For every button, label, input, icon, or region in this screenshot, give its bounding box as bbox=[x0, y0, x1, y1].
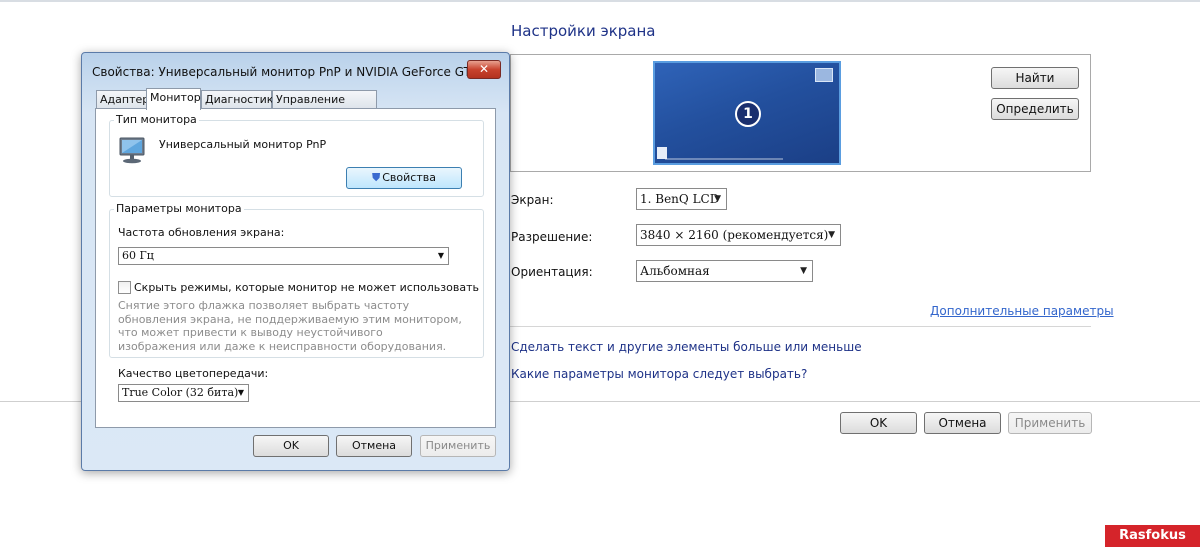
group-title: Тип монитора bbox=[114, 113, 199, 126]
screen-label: Экран: bbox=[511, 193, 554, 207]
text-size-link[interactable]: Сделать текст и другие элементы больше и… bbox=[511, 340, 862, 354]
ok-button[interactable]: OK bbox=[840, 412, 917, 434]
dialog-ok-button[interactable]: OK bbox=[253, 435, 329, 457]
identify-button[interactable]: Определить bbox=[991, 98, 1079, 120]
which-settings-link[interactable]: Какие параметры монитора следует выбрать… bbox=[511, 367, 807, 381]
monitor-arrangement-area: 1 Найти Определить bbox=[510, 54, 1091, 172]
taskbar-preview bbox=[665, 158, 783, 160]
top-border bbox=[0, 0, 1200, 2]
group-title: Параметры монитора bbox=[114, 202, 244, 215]
advanced-settings-link[interactable]: Дополнительные параметры bbox=[930, 304, 1114, 318]
hide-modes-checkbox[interactable] bbox=[118, 281, 131, 294]
tab-adapter[interactable]: Адаптер bbox=[96, 90, 149, 109]
chevron-down-icon: ▼ bbox=[828, 230, 835, 240]
color-quality-value: True Color (32 бита) bbox=[122, 386, 239, 399]
monitor-number-badge: 1 bbox=[735, 101, 761, 127]
tab-color-management[interactable]: Управление цветом bbox=[272, 90, 377, 124]
monitor-settings-group: Параметры монитора Частота обновления эк… bbox=[109, 202, 484, 358]
hide-modes-hint: Снятие этого флажка позволяет выбрать ча… bbox=[118, 299, 462, 353]
divider bbox=[510, 326, 1091, 327]
monitor-thumbnail[interactable]: 1 bbox=[653, 61, 841, 165]
properties-button-label: Свойства bbox=[382, 171, 436, 184]
page-title: Настройки экрана bbox=[511, 22, 656, 40]
chevron-down-icon: ▼ bbox=[437, 251, 444, 260]
tab-monitor[interactable]: Монитор bbox=[146, 88, 201, 110]
window-preview-icon bbox=[815, 68, 833, 82]
monitor-name: Универсальный монитор PnP bbox=[159, 138, 327, 151]
refresh-rate-value: 60 Гц bbox=[122, 249, 154, 262]
refresh-rate-label: Частота обновления экрана: bbox=[118, 226, 285, 239]
dialog-apply-button[interactable]: Применить bbox=[420, 435, 496, 457]
cancel-button[interactable]: Отмена bbox=[924, 412, 1001, 434]
orientation-select[interactable]: Альбомная ▼ bbox=[636, 260, 813, 282]
watermark-logo: Rasfokus bbox=[1105, 525, 1200, 547]
chevron-down-icon: ▼ bbox=[800, 266, 807, 276]
find-button[interactable]: Найти bbox=[991, 67, 1079, 89]
monitor-properties-dialog: Свойства: Универсальный монитор PnP и NV… bbox=[81, 52, 510, 471]
dialog-title: Свойства: Универсальный монитор PnP и NV… bbox=[92, 65, 498, 79]
refresh-rate-select[interactable]: 60 Гц ▼ bbox=[118, 247, 449, 265]
screen-select-value: 1. BenQ LCD bbox=[640, 192, 720, 206]
dialog-cancel-button[interactable]: Отмена bbox=[336, 435, 412, 457]
tab-diagnostics[interactable]: Диагностика bbox=[201, 90, 280, 109]
properties-button[interactable]: ⛊ Свойства bbox=[346, 167, 462, 189]
shield-icon: ⛊ bbox=[372, 171, 381, 184]
orientation-label: Ориентация: bbox=[511, 265, 593, 279]
resolution-label: Разрешение: bbox=[511, 230, 593, 244]
chevron-down-icon: ▼ bbox=[237, 388, 244, 397]
apply-button[interactable]: Применить bbox=[1008, 412, 1092, 434]
screen-select[interactable]: 1. BenQ LCD ▼ bbox=[636, 188, 727, 210]
orientation-select-value: Альбомная bbox=[640, 264, 710, 278]
color-quality-select[interactable]: True Color (32 бита) ▼ bbox=[118, 384, 249, 402]
hide-modes-label: Скрыть режимы, которые монитор не может … bbox=[134, 281, 479, 294]
close-button[interactable]: ✕ bbox=[467, 60, 501, 79]
monitor-icon bbox=[119, 137, 145, 164]
chevron-down-icon: ▼ bbox=[714, 194, 721, 204]
monitor-tab-panel: Тип монитора Универсальный монитор PnP ⛊… bbox=[95, 108, 496, 428]
monitor-type-group: Тип монитора Универсальный монитор PnP ⛊… bbox=[109, 113, 484, 197]
resolution-select[interactable]: 3840 × 2160 (рекомендуется) ▼ bbox=[636, 224, 841, 246]
color-quality-label: Качество цветопередачи: bbox=[118, 367, 269, 380]
resolution-select-value: 3840 × 2160 (рекомендуется) bbox=[640, 228, 829, 242]
close-icon: ✕ bbox=[478, 62, 490, 76]
